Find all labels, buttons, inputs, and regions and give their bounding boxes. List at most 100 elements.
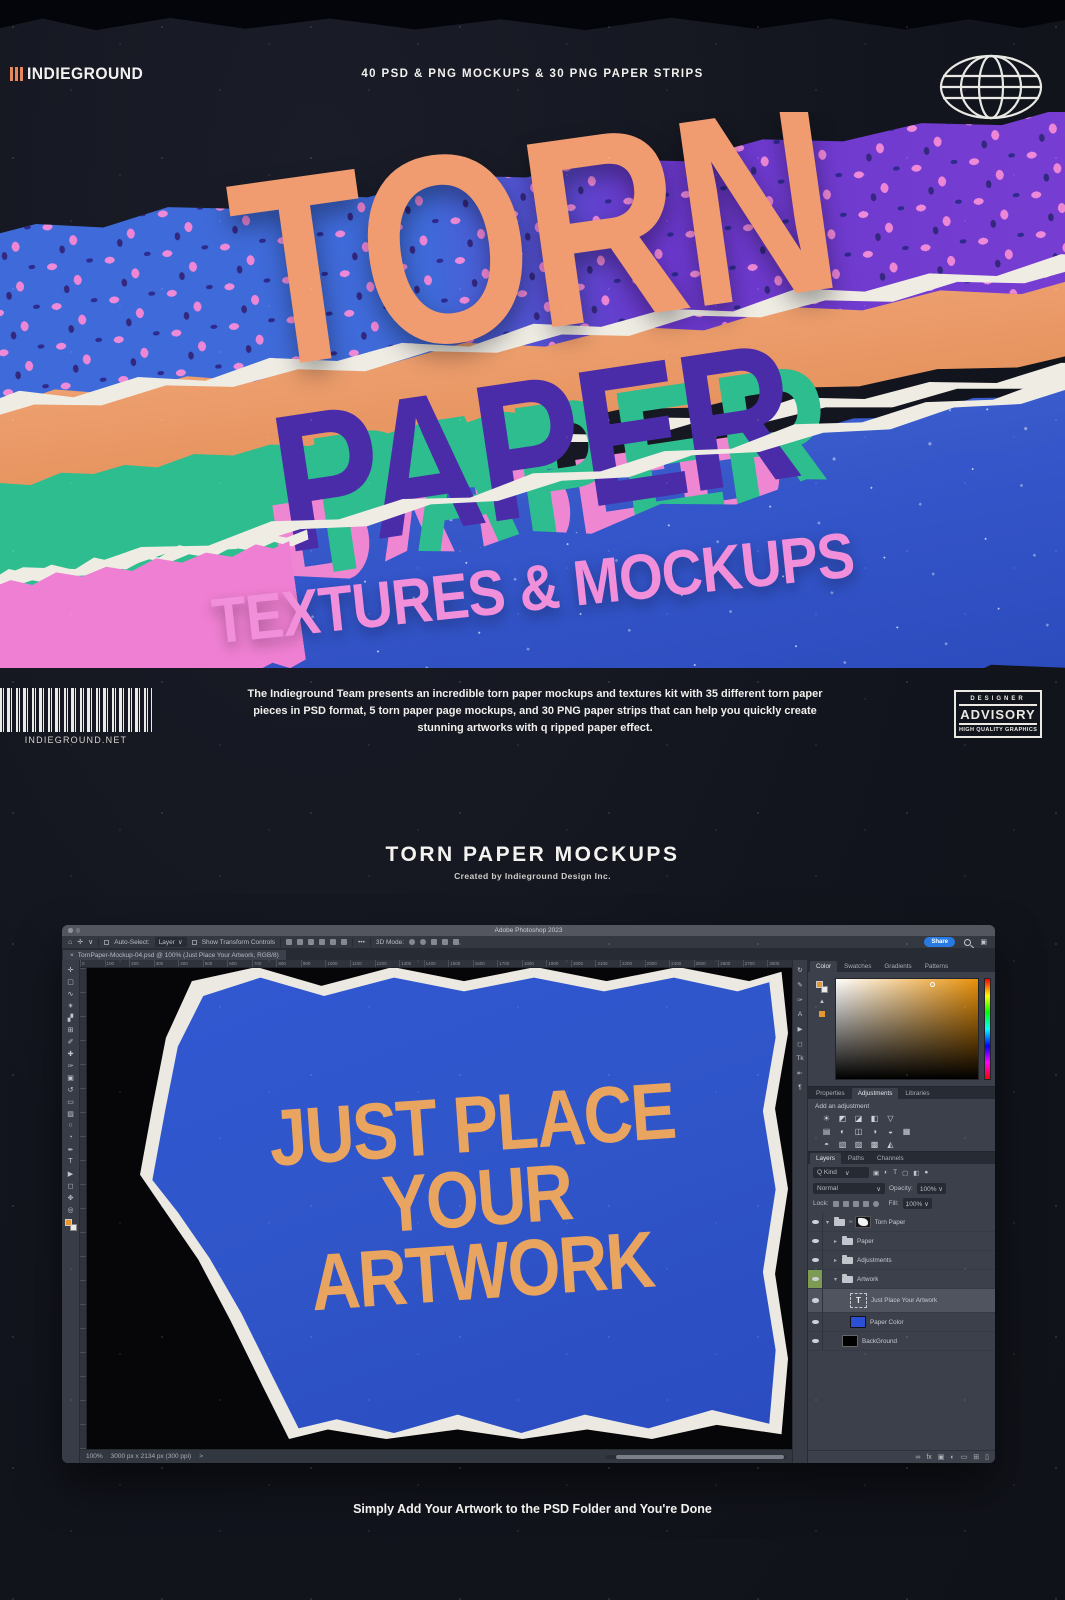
adjustment-icon[interactable]: ▽ — [886, 1114, 895, 1123]
layer-visibility-cell[interactable] — [808, 1251, 823, 1269]
hue-slider[interactable] — [984, 978, 991, 1080]
adjustment-icon[interactable]: ☀ — [822, 1114, 831, 1123]
toolbar-tool-icon[interactable]: T — [64, 1156, 78, 1167]
3d-orbit-icon[interactable] — [409, 939, 415, 945]
adjustment-icon[interactable]: ◭ — [886, 1140, 895, 1149]
color-field[interactable] — [835, 978, 979, 1080]
window-controls[interactable] — [68, 928, 80, 933]
toolbar-tool-icon[interactable]: ✚ — [64, 1048, 78, 1059]
panel-fg-bg-swatch[interactable] — [816, 981, 828, 993]
gamut-color-chip[interactable] — [819, 1011, 825, 1017]
layer-row[interactable]: ▾ T Artwork — [808, 1270, 995, 1289]
eye-icon[interactable] — [812, 1258, 819, 1263]
toolbar-tool-icon[interactable]: ◻ — [64, 1180, 78, 1191]
share-button[interactable]: Share — [924, 937, 955, 947]
collapsed-panel-icon[interactable]: ⇤ — [797, 1069, 802, 1077]
layer-mask-thumbnail[interactable] — [855, 1216, 871, 1228]
layers-footer-icon[interactable]: ▭ — [961, 1453, 968, 1461]
toolbar-tool-icon[interactable]: ▞ — [64, 1012, 78, 1023]
align-center-icon[interactable] — [297, 939, 303, 945]
toolbar-tool-icon[interactable]: ▨ — [64, 1108, 78, 1119]
window-titlebar[interactable]: Adobe Photoshop 2023 — [62, 925, 995, 936]
layers-footer-icon[interactable]: ∞ — [915, 1454, 920, 1461]
toolbar-tool-icon[interactable]: ◎ — [64, 1204, 78, 1215]
lock-all-icon[interactable] — [873, 1201, 879, 1207]
eye-icon[interactable] — [812, 1320, 819, 1325]
3d-roll-icon[interactable] — [420, 939, 426, 945]
collapsed-panel-icon[interactable]: ↻ — [797, 966, 802, 974]
3d-slide-icon[interactable] — [442, 939, 448, 945]
layer-visibility-cell[interactable] — [808, 1270, 823, 1288]
panel-tab[interactable]: Color — [810, 961, 837, 972]
layer-visibility-cell[interactable] — [808, 1332, 823, 1350]
adjustment-icon[interactable]: ◑ — [870, 1127, 879, 1136]
layer-row[interactable]: ▸ T Paper — [808, 1232, 995, 1251]
eye-icon[interactable] — [812, 1277, 819, 1282]
panel-tab[interactable]: Paths — [842, 1153, 870, 1164]
toolbar-tool-icon[interactable]: ◔ — [64, 1132, 78, 1143]
tool-preset-chevron-icon[interactable]: ∨ — [88, 938, 93, 946]
panel-tab[interactable]: Properties — [810, 1088, 851, 1099]
layer-filter-icon[interactable]: ◧ — [913, 1169, 919, 1177]
layer-visibility-cell[interactable] — [808, 1213, 823, 1231]
toolbar-tool-icon[interactable]: ○ — [64, 1120, 78, 1131]
layer-filter-icon[interactable]: ▣ — [873, 1169, 879, 1177]
layer-name[interactable]: Torn Paper — [875, 1219, 906, 1226]
toolbar-tool-icon[interactable]: ✑ — [64, 1060, 78, 1071]
align-top-icon[interactable] — [319, 939, 325, 945]
adjustment-icon[interactable]: ▧ — [838, 1140, 847, 1149]
eye-icon[interactable] — [812, 1298, 819, 1303]
layer-row[interactable]: ▸ T Adjustments — [808, 1251, 995, 1270]
auto-select-target-dropdown[interactable]: Layer∨ — [155, 937, 187, 947]
expand-arrow-icon[interactable]: ▸ — [834, 1238, 842, 1245]
text-layer-thumbnail[interactable]: T — [850, 1293, 867, 1308]
move-tool-icon[interactable]: ✛ — [77, 938, 83, 946]
toolbar-tool-icon[interactable]: ⊞ — [64, 1024, 78, 1035]
adjustment-icon[interactable]: ◩ — [838, 1114, 847, 1123]
close-tab-icon[interactable]: × — [70, 952, 74, 959]
collapsed-panel-icon[interactable]: ✑ — [797, 996, 802, 1004]
collapsed-panel-icon[interactable]: ▶ — [798, 1025, 803, 1033]
lock-transparent-icon[interactable] — [833, 1201, 839, 1207]
lock-artboard-icon[interactable] — [863, 1201, 869, 1207]
panel-tab[interactable]: Patterns — [919, 961, 954, 972]
adjustment-icon[interactable]: ◓ — [822, 1140, 831, 1149]
opacity-value[interactable]: 100% ∨ — [917, 1183, 946, 1194]
scrollbar-thumb[interactable] — [616, 1455, 784, 1459]
layer-name[interactable]: BackGround — [862, 1338, 897, 1345]
status-chevron-icon[interactable]: > — [199, 1453, 203, 1460]
expand-arrow-icon[interactable]: ▸ — [834, 1257, 842, 1264]
layer-name[interactable]: Artwork — [857, 1276, 878, 1283]
panel-tab[interactable]: Adjustments — [852, 1088, 899, 1099]
expand-arrow-icon[interactable]: ▾ — [834, 1276, 842, 1283]
toolbar-tool-icon[interactable]: ▣ — [64, 1072, 78, 1083]
adjustment-icon[interactable]: ◒ — [886, 1127, 895, 1136]
eye-icon[interactable] — [812, 1239, 819, 1244]
3d-pan-icon[interactable] — [431, 939, 437, 945]
layer-filter-icon[interactable]: T — [893, 1169, 897, 1177]
layer-filter-icon[interactable]: ● — [924, 1169, 928, 1177]
align-right-icon[interactable] — [308, 939, 314, 945]
adjustment-icon[interactable]: ▤ — [822, 1127, 831, 1136]
toolbar-tool-icon[interactable]: ∿ — [64, 988, 78, 999]
panel-tab[interactable]: Libraries — [899, 1088, 935, 1099]
workspace-switcher-icon[interactable]: ▣ — [980, 938, 987, 946]
distribute-v-icon[interactable] — [330, 939, 336, 945]
layer-visibility-cell[interactable] — [808, 1313, 823, 1331]
expand-arrow-icon[interactable]: ▾ — [826, 1219, 834, 1226]
layers-footer-icon[interactable]: ◐ — [950, 1454, 954, 1461]
layer-row[interactable]: T Paper Color — [808, 1313, 995, 1332]
document-tab[interactable]: × TornPaper-Mockup-04.psd @ 100% (Just P… — [63, 950, 286, 960]
panel-tab[interactable]: Channels — [871, 1153, 910, 1164]
fill-layer-thumbnail[interactable] — [842, 1335, 858, 1347]
layer-filter-icon[interactable]: ◐ — [884, 1169, 888, 1177]
adjustment-icon[interactable]: ▨ — [854, 1140, 863, 1149]
more-options-icon[interactable]: ••• — [358, 939, 365, 946]
align-left-icon[interactable] — [286, 939, 292, 945]
layers-footer-icon[interactable]: ⊞ — [973, 1453, 979, 1461]
adjustment-icon[interactable]: ◧ — [870, 1114, 879, 1123]
collapsed-panel-icon[interactable]: A — [798, 1011, 802, 1018]
toolbar-tool-icon[interactable]: ✐ — [64, 1036, 78, 1047]
toolbar-tool-icon[interactable]: ✛ — [64, 964, 78, 975]
adjustment-icon[interactable]: ▩ — [870, 1140, 879, 1149]
